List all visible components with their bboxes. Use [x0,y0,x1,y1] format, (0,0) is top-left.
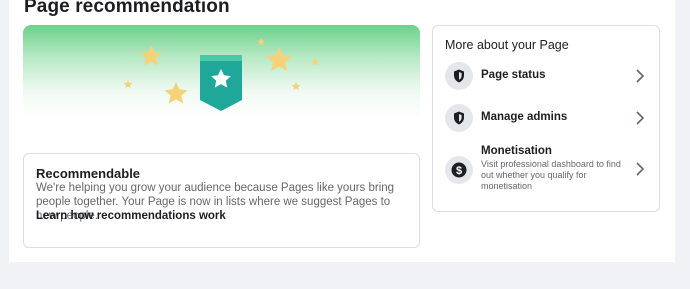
dollar-icon: $ [445,156,473,184]
star-decoration [123,80,133,88]
recommendation-illustration [23,25,420,143]
badge-star-icon [200,55,242,111]
chevron-right-icon [636,162,644,176]
recommendation-card: Recommendable We're helping you grow you… [23,153,420,248]
shield-icon [445,62,473,90]
star-decoration [140,45,162,66]
monetisation-description: Visit professional dashboard to find out… [481,159,621,191]
star-decoration [266,47,292,71]
star-decoration [164,82,188,104]
manage-admins-label: Manage admins [481,111,568,123]
star-decoration [291,82,301,90]
star-decoration [311,58,319,66]
chevron-right-icon [636,111,644,125]
star-decoration [257,38,265,46]
monetisation-label: Monetisation [481,145,552,157]
page-status-item[interactable]: Page status [433,61,659,91]
recommendation-title: Recommendable [36,166,141,181]
chevron-right-icon [636,69,644,83]
more-about-page-card: More about your Page Page status Manage … [432,25,660,212]
manage-admins-item[interactable]: Manage admins [433,103,659,133]
learn-recommendations-link[interactable]: Learn how recommendations work [36,210,226,222]
svg-text:$: $ [456,165,462,177]
more-about-page-title: More about your Page [445,38,569,52]
shield-icon [445,104,473,132]
page-title: Page recommendation [24,0,230,17]
page-status-label: Page status [481,69,546,81]
monetisation-item[interactable]: $ Monetisation Visit professional dashbo… [433,144,659,196]
